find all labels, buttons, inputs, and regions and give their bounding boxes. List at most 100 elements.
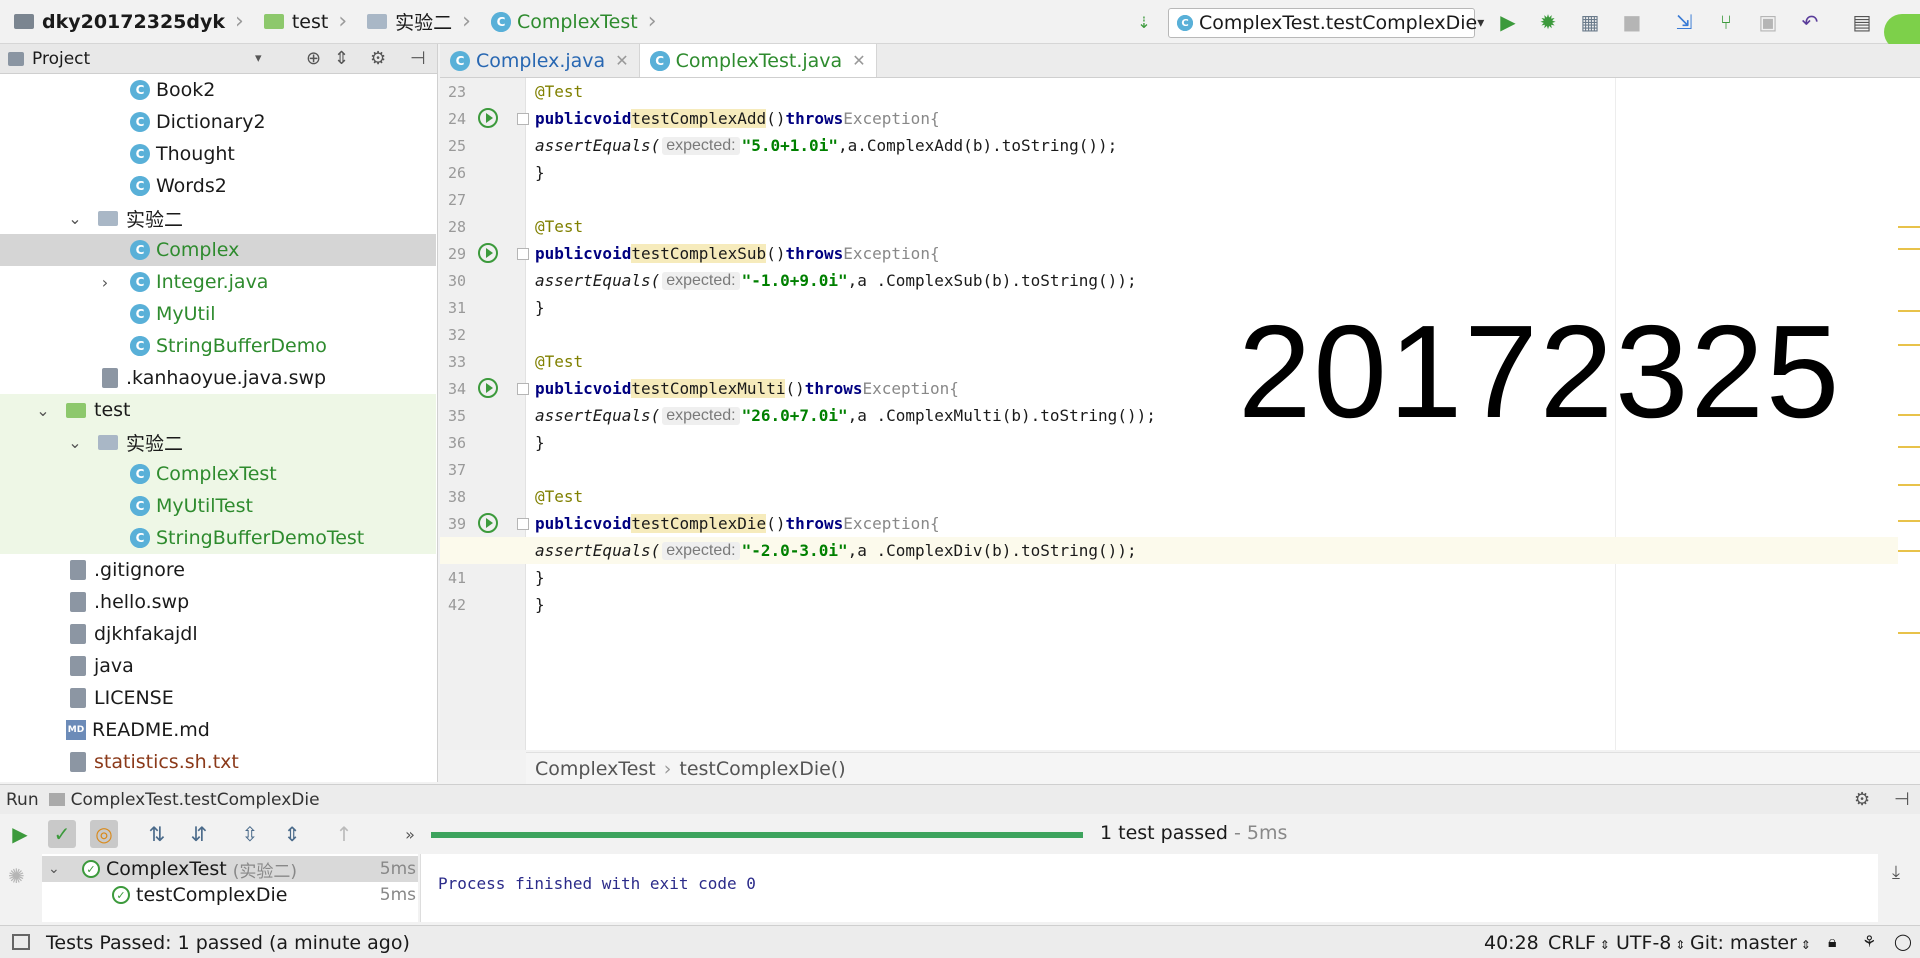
- fold-marker-icon[interactable]: [517, 383, 529, 395]
- chevron-right-icon[interactable]: ›: [96, 273, 114, 292]
- close-icon[interactable]: ✕: [615, 51, 628, 70]
- code-line[interactable]: public void testComplexAdd() throws Exce…: [535, 105, 1895, 132]
- hide-icon[interactable]: ⊣: [410, 48, 426, 69]
- code-line[interactable]: @Test: [535, 78, 1895, 105]
- tab-complextest-java[interactable]: C ComplexTest.java ✕: [639, 44, 877, 77]
- collapse-all-icon[interactable]: ⇕: [334, 48, 349, 69]
- inspector-icon[interactable]: ⚘: [1862, 932, 1876, 951]
- run-config-label[interactable]: ComplexTest.testComplexDie: [71, 790, 320, 810]
- gear-icon[interactable]: ⚙: [370, 48, 386, 69]
- sort-duration-icon[interactable]: ⇵: [185, 820, 213, 848]
- tree-item-java[interactable]: java: [0, 650, 436, 682]
- chevron-down-icon[interactable]: ⌄: [66, 433, 84, 452]
- tree-item-myutil[interactable]: C MyUtil: [0, 298, 436, 330]
- rerun-icon[interactable]: ▶: [6, 820, 34, 848]
- code-line[interactable]: assertEquals(expected: "5.0+1.0i" ,a.Compl…: [535, 132, 1895, 159]
- breadcrumb-package[interactable]: 实验二 ›: [353, 0, 477, 44]
- code-line[interactable]: }: [535, 159, 1895, 186]
- close-icon[interactable]: ✕: [852, 51, 865, 70]
- caret-position[interactable]: 40:28: [1484, 932, 1539, 954]
- code-line[interactable]: }: [535, 564, 1895, 591]
- tree-item-djkhfakajdl[interactable]: djkhfakajdl: [0, 618, 436, 650]
- test-tree-row[interactable]: ✓ testComplexDie 5ms: [42, 882, 418, 908]
- tree-item-gitignore[interactable]: .gitignore: [0, 554, 436, 586]
- collapse-all-icon[interactable]: ⇕: [278, 820, 306, 848]
- tree-item-statistics[interactable]: statistics.sh.txt: [0, 746, 436, 778]
- code-line[interactable]: @Test: [535, 483, 1895, 510]
- tree-item-book2[interactable]: C Book2: [0, 74, 436, 106]
- breadcrumb-method[interactable]: testComplexDie(): [679, 758, 845, 780]
- tree-item-myutiltest[interactable]: C MyUtilTest: [0, 490, 436, 522]
- tree-item-stringbufferdemotest[interactable]: C StringBufferDemoTest: [0, 522, 436, 554]
- hide-icon[interactable]: ⊣: [1894, 789, 1910, 810]
- test-tree-row[interactable]: ⌄ ✓ ComplexTest (实验二) 5ms: [42, 856, 418, 882]
- vcs-update-icon[interactable]: ⇲: [1670, 8, 1698, 36]
- project-view-label[interactable]: Project: [32, 49, 90, 69]
- tree-item-license[interactable]: LICENSE: [0, 682, 436, 714]
- breadcrumb-project[interactable]: dky20172325dyk ›: [0, 0, 250, 44]
- run-tab-label[interactable]: Run: [6, 790, 39, 810]
- code-line[interactable]: @Test: [535, 213, 1895, 240]
- fold-marker-icon[interactable]: [517, 113, 529, 125]
- test-history-icon[interactable]: ✺: [8, 864, 25, 888]
- run-test-icon[interactable]: [478, 243, 498, 263]
- tree-item-hello-swp[interactable]: .hello.swp: [0, 586, 436, 618]
- previous-failed-icon[interactable]: ↑: [330, 820, 358, 848]
- run-test-icon[interactable]: [478, 513, 498, 533]
- chevron-down-icon[interactable]: ▾: [255, 51, 262, 66]
- tree-item-dictionary2[interactable]: C Dictionary2: [0, 106, 436, 138]
- code-line[interactable]: public void testComplexDie() throws Exce…: [535, 510, 1895, 537]
- debug-icon[interactable]: ✹: [1534, 8, 1562, 36]
- tree-item-kanhaoyue-swp[interactable]: .kanhaoyue.java.swp: [0, 362, 436, 394]
- lock-icon[interactable]: 🔒︎: [1828, 932, 1837, 952]
- project-structure-icon[interactable]: ▤: [1848, 8, 1876, 36]
- fold-marker-icon[interactable]: [517, 248, 529, 260]
- gear-icon[interactable]: ⚙: [1854, 789, 1870, 810]
- code-line[interactable]: [535, 456, 1895, 483]
- vcs-compare-icon[interactable]: ▣: [1754, 8, 1782, 36]
- run-configuration-select[interactable]: C ComplexTest.testComplexDie ▾: [1168, 8, 1484, 38]
- show-ignored-icon[interactable]: ◎: [90, 820, 118, 848]
- tree-item-stringbufferdemo[interactable]: C StringBufferDemo: [0, 330, 436, 362]
- tree-item-words2[interactable]: C Words2: [0, 170, 436, 202]
- run-icon[interactable]: ▶: [1494, 8, 1522, 36]
- sort-alpha-icon[interactable]: ⇅: [143, 820, 171, 848]
- line-separator[interactable]: CRLF ⇕: [1548, 932, 1610, 954]
- code-line[interactable]: assertEquals(expected: "-2.0-3.0i" ,a .Com…: [440, 537, 1898, 564]
- code-line[interactable]: }: [535, 591, 1895, 618]
- tree-item-test-folder[interactable]: ⌄ test: [0, 394, 436, 426]
- run-test-icon[interactable]: [478, 108, 498, 128]
- tool-window-icon[interactable]: [12, 934, 30, 950]
- file-encoding[interactable]: UTF-8 ⇕: [1616, 932, 1685, 954]
- breadcrumb-class[interactable]: ComplexTest: [535, 758, 656, 780]
- build-icon[interactable]: ⇣: [1130, 8, 1158, 36]
- tree-item-complextest[interactable]: C ComplexTest: [0, 458, 436, 490]
- run-console[interactable]: Process finished with exit code 0: [420, 854, 1878, 922]
- git-branch[interactable]: Git: master ⇕: [1690, 932, 1811, 954]
- expand-all-icon[interactable]: ⇳: [236, 820, 264, 848]
- tree-item-package-test[interactable]: ⌄ 实验二: [0, 426, 436, 458]
- tree-item-complex[interactable]: C Complex: [0, 234, 436, 266]
- vcs-commit-icon[interactable]: ⑂: [1712, 8, 1740, 36]
- coverage-icon[interactable]: ▦: [1576, 8, 1604, 36]
- code-line[interactable]: assertEquals(expected: "-1.0+9.0i" ,a .Com…: [535, 267, 1895, 294]
- breadcrumb-class[interactable]: C ComplexTest ›: [477, 0, 663, 44]
- tree-item-integer[interactable]: › C Integer.java: [0, 266, 436, 298]
- chevron-down-icon[interactable]: ⌄: [34, 401, 52, 420]
- tree-item-thought[interactable]: C Thought: [0, 138, 436, 170]
- breadcrumb-test[interactable]: test ›: [250, 0, 353, 44]
- stop-icon[interactable]: ■: [1618, 8, 1646, 36]
- scroll-to-end-icon[interactable]: ⤓: [1892, 862, 1900, 883]
- chevron-down-icon[interactable]: ⌄: [48, 861, 68, 877]
- tree-item-readme[interactable]: MD README.md: [0, 714, 436, 746]
- code-line[interactable]: [535, 186, 1895, 213]
- code-line[interactable]: public void testComplexSub() throws Exce…: [535, 240, 1895, 267]
- run-test-icon[interactable]: [478, 378, 498, 398]
- revert-icon[interactable]: ↶: [1796, 8, 1824, 36]
- tree-item-package-src[interactable]: ⌄ 实验二: [0, 202, 436, 234]
- show-passed-icon[interactable]: ✓: [48, 820, 76, 848]
- more-icon[interactable]: »: [396, 820, 424, 848]
- chevron-down-icon[interactable]: ⌄: [66, 209, 84, 228]
- notifications-icon[interactable]: ◯: [1894, 932, 1912, 951]
- tab-complex-java[interactable]: C Complex.java ✕: [440, 44, 640, 77]
